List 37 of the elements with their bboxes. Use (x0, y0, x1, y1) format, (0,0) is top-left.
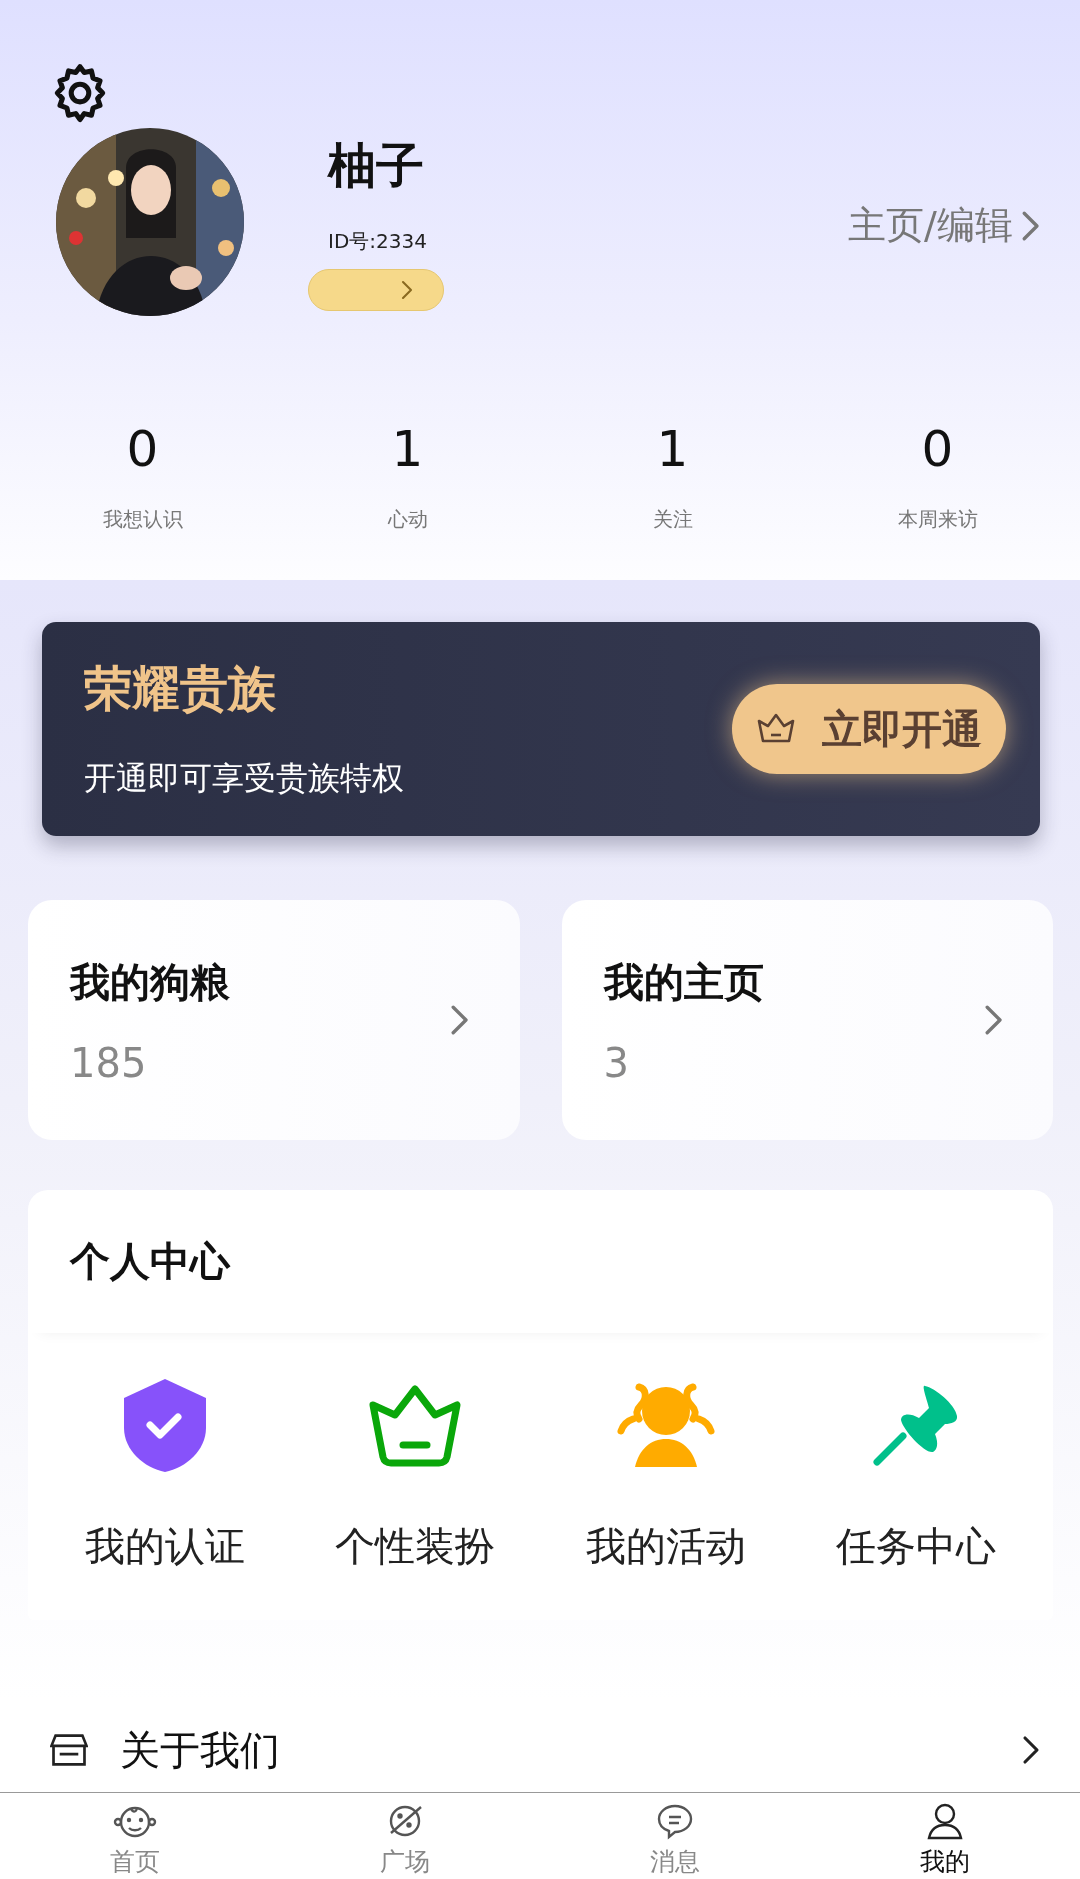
chevron-right-icon (1022, 1735, 1040, 1765)
edit-profile-link[interactable]: 主页/编辑 (848, 200, 1040, 251)
card-value: 3 (603, 1039, 630, 1086)
stat-value: 0 (921, 420, 954, 478)
stat-label: 我想认识 (102, 506, 183, 533)
stat-value: 1 (391, 420, 424, 478)
stat-label: 本周来访 (897, 506, 978, 533)
shop-icon (50, 1734, 88, 1766)
card-value: 185 (70, 1039, 148, 1086)
stat-label: 关注 (652, 506, 693, 533)
section-title: 个人中心 (28, 1190, 1053, 1333)
vip-title: 荣耀贵族 (84, 659, 277, 718)
user-id: ID号:2334 (328, 228, 428, 255)
tab[interactable]: 广场 (270, 1793, 540, 1879)
menu-item[interactable]: 我的活动 (540, 1375, 791, 1574)
card-title: 我的狗粮 (70, 957, 230, 1007)
card-title: 我的主页 (603, 957, 764, 1007)
stat-card[interactable]: 我的狗粮 185 (28, 900, 520, 1140)
shield-check-icon (122, 1377, 209, 1473)
tab[interactable]: 首页 (0, 1793, 270, 1879)
chevron-right-icon (1020, 209, 1040, 242)
menu-item[interactable]: 个性装扮 (290, 1375, 541, 1574)
tab[interactable]: 消息 (540, 1793, 810, 1879)
chevron-right-icon (401, 280, 413, 300)
stat-value: 1 (656, 420, 689, 478)
user-name: 柚子 (328, 136, 425, 195)
chevron-right-icon (450, 1004, 470, 1036)
stat-value: 0 (126, 420, 159, 478)
tab[interactable]: 我的 (810, 1793, 1080, 1879)
about-us-label[interactable]: 关于我们 (120, 1722, 280, 1778)
menu-item[interactable]: 任务中心 (790, 1375, 1041, 1574)
activate-button[interactable]: 立即开通 (732, 684, 1006, 774)
stat-label: 心动 (387, 506, 428, 533)
menu-item[interactable]: 我的认证 (40, 1375, 291, 1574)
stat-card[interactable]: 我的主页 3 (561, 900, 1053, 1140)
vip-subtitle: 开通即可享受贵族特权 (84, 758, 404, 799)
chevron-right-icon (983, 1004, 1003, 1036)
